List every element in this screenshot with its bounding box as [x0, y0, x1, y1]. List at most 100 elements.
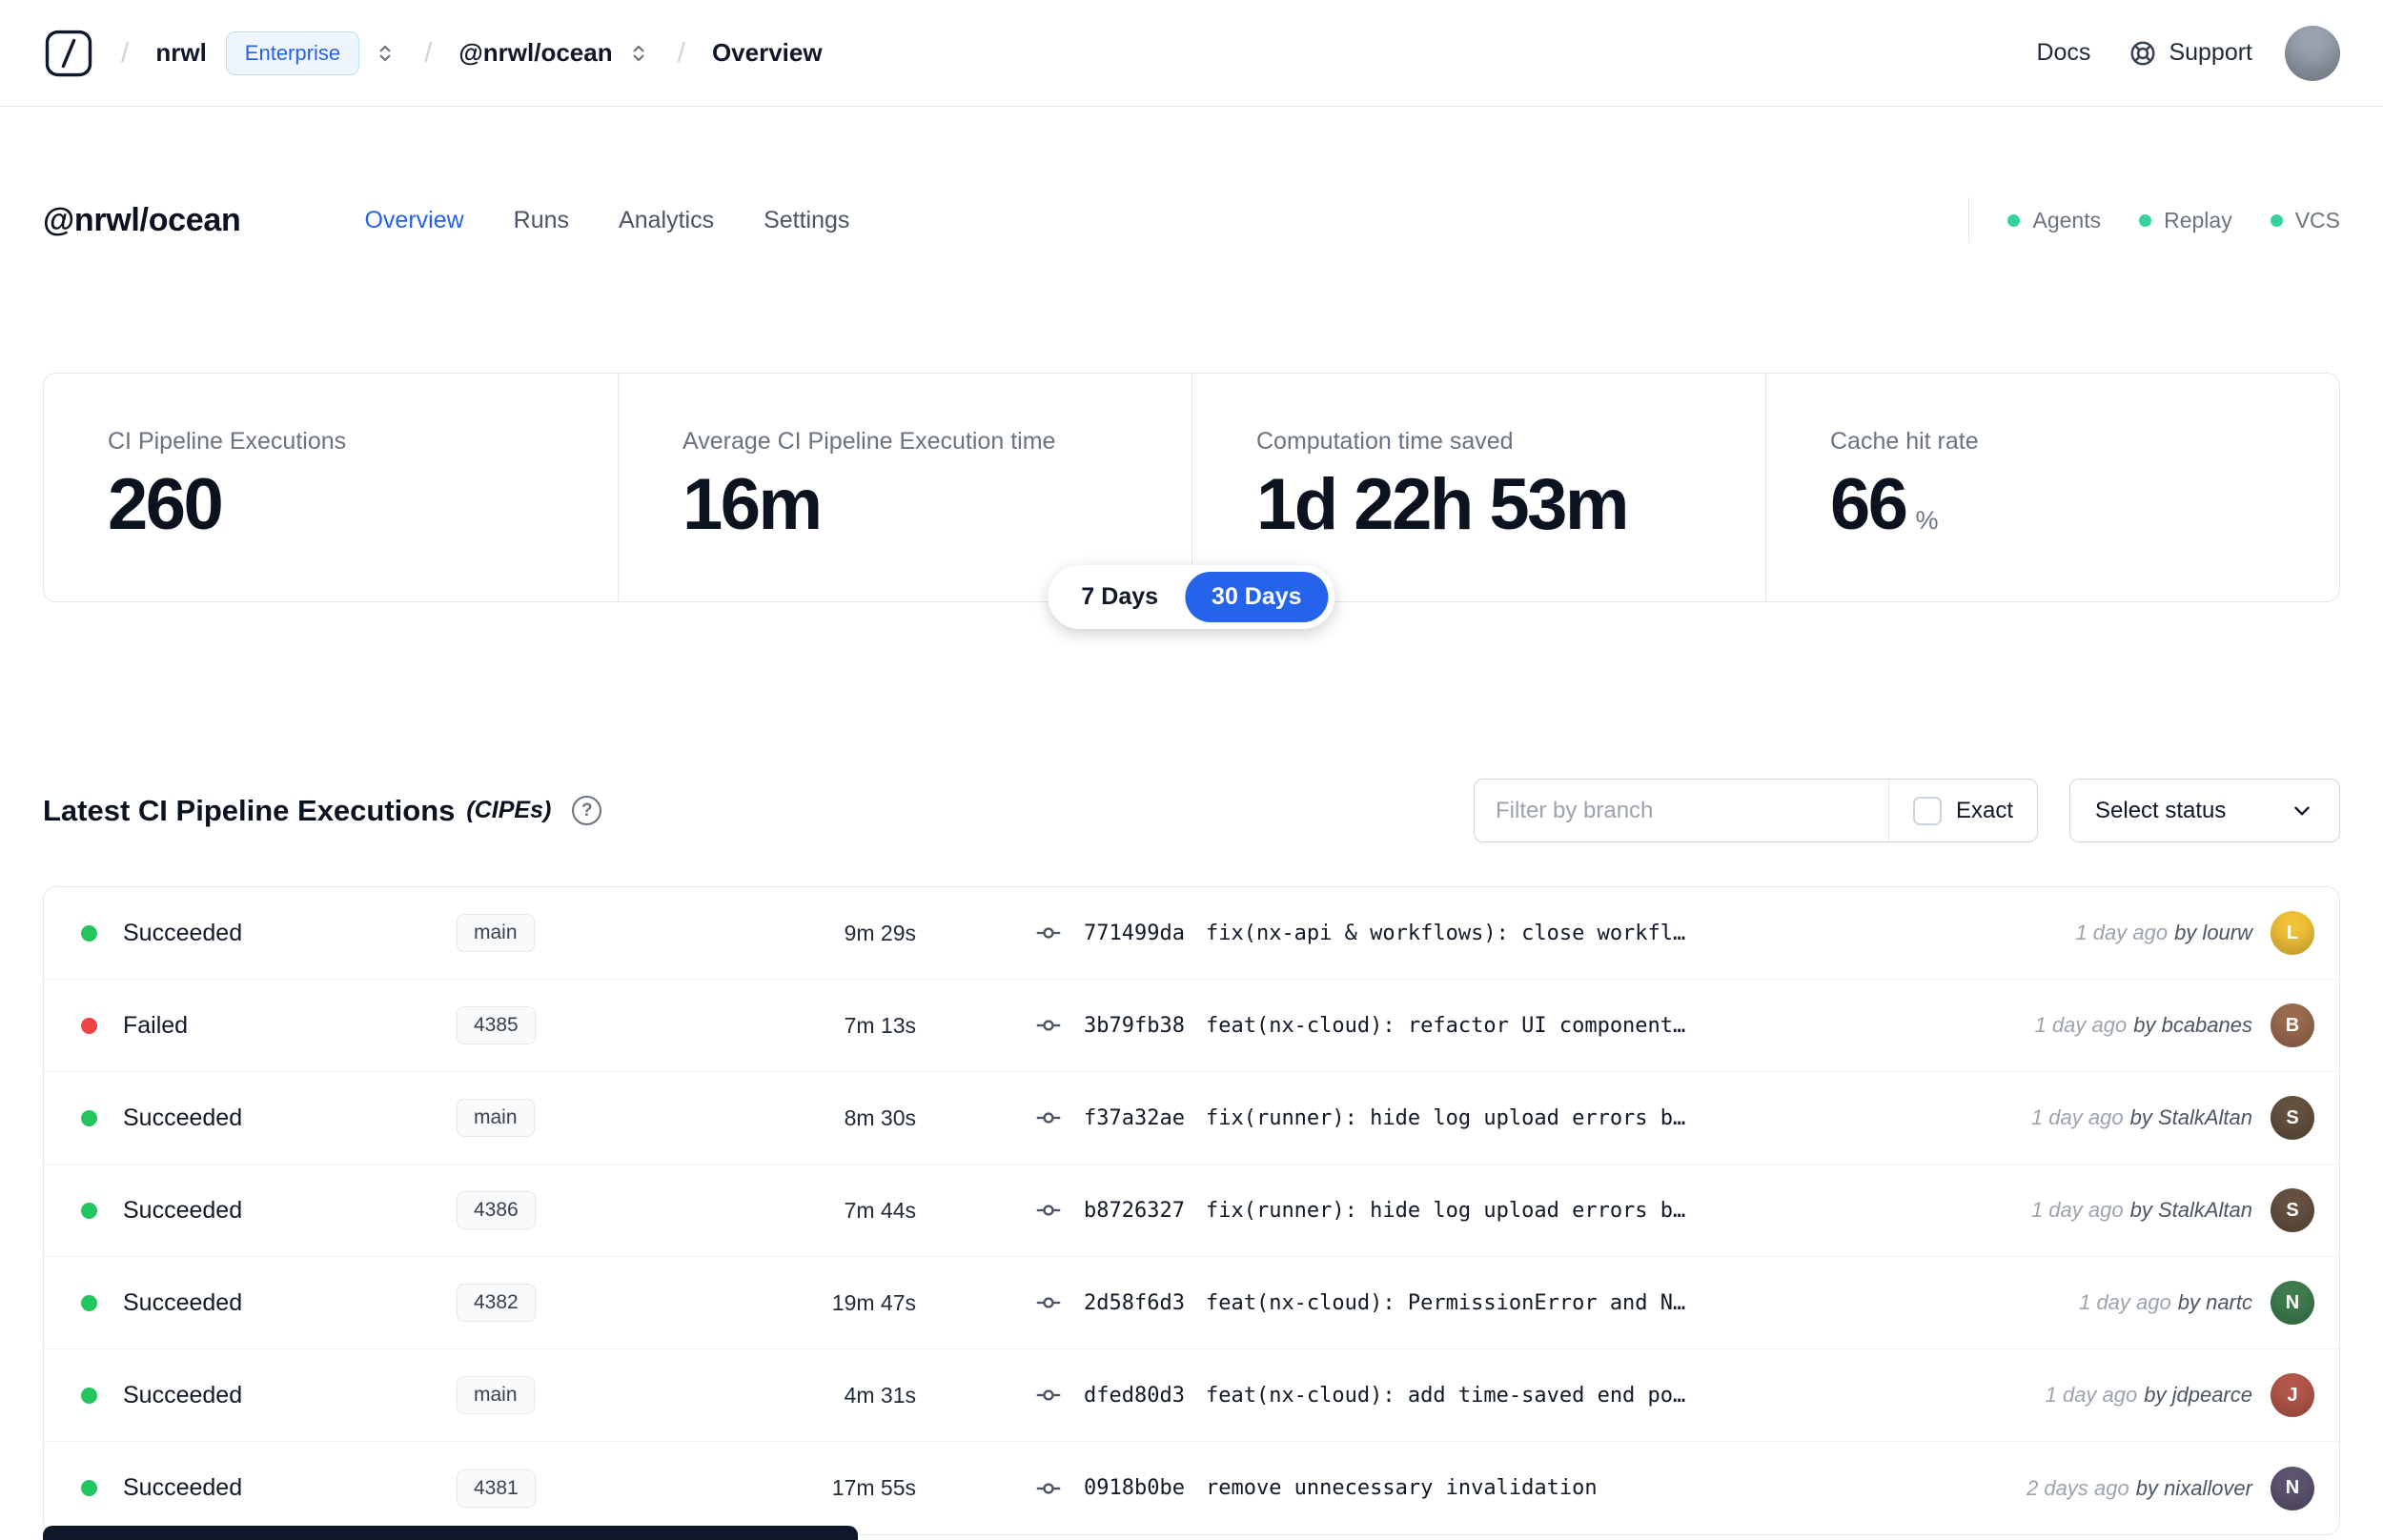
tab-settings[interactable]: Settings: [764, 207, 849, 234]
row-meta: 1 day ago by jdpearce: [2046, 1383, 2252, 1408]
branch-cell: 4385: [457, 1006, 695, 1044]
time-ago: 1 day ago: [2030, 1198, 2124, 1222]
breadcrumb-page: Overview: [711, 38, 823, 67]
author: by jdpearce: [2144, 1383, 2252, 1407]
support-label: Support: [2169, 39, 2252, 66]
indicator-label: VCS: [2294, 207, 2340, 233]
cipe-row[interactable]: Succeeded 4381 17m 55s 0918b0be remove un…: [44, 1442, 2339, 1534]
stat-label: Computation time saved: [1256, 428, 1514, 455]
cipes-subtitle: (CIPEs): [466, 797, 552, 823]
author: by nixallover: [2135, 1475, 2252, 1500]
git-commit-icon: [1030, 1012, 1067, 1039]
date-range-toggle: 7 Days 30 Days: [1048, 565, 1335, 629]
author: by StalkAltan: [2129, 1105, 2252, 1129]
commit-hash: b8726327: [1084, 1198, 1185, 1223]
status-label: Succeeded: [123, 919, 243, 946]
status-dot: [81, 1202, 97, 1219]
docs-link[interactable]: Docs: [2036, 39, 2090, 67]
chevron-up-down-icon: [633, 45, 644, 61]
branch-pill: 4385: [457, 1006, 536, 1044]
row-meta: 2 days ago by nixallover: [2027, 1476, 2252, 1501]
breadcrumb-workspace[interactable]: @nrwl/ocean: [458, 38, 612, 68]
status-dot: [81, 924, 97, 942]
cipes-title: Latest CI Pipeline Executions: [43, 793, 456, 827]
range-option-7-days[interactable]: 7 Days: [1054, 572, 1185, 622]
branch-cell: 4381: [457, 1469, 695, 1508]
author: by bcabanes: [2133, 1013, 2252, 1037]
git-commit-icon: [1030, 1475, 1067, 1502]
branch-cell: main: [457, 1099, 695, 1137]
green-dot-icon: [2007, 213, 2021, 227]
connection-indicators: Agents Replay VCS: [1968, 197, 2340, 243]
indicator-vcs[interactable]: VCS: [2270, 207, 2340, 233]
stat-label: Cache hit rate: [1830, 428, 1979, 455]
workspace-switcher-button[interactable]: [626, 41, 651, 66]
branch-filter-input[interactable]: [1475, 780, 1888, 841]
branch-cell: 4382: [457, 1284, 695, 1322]
stat-value: 66 %: [1830, 464, 1939, 545]
indicator-replay[interactable]: Replay: [2139, 208, 2232, 233]
indicator-agents[interactable]: Agents: [2007, 208, 2101, 233]
commit-message: 2d58f6d3 feat(nx-cloud): PermissionError …: [1084, 1290, 1686, 1315]
exact-checkbox[interactable]: [1912, 796, 1942, 825]
workspace-title: @nrwl/ocean: [43, 201, 241, 238]
duration: 9m 29s: [844, 920, 916, 945]
tab-overview[interactable]: Overview: [364, 207, 463, 234]
author: by nartc: [2177, 1290, 2252, 1314]
time-ago: 1 day ago: [2030, 1105, 2124, 1129]
status-label: Succeeded: [123, 1196, 243, 1224]
branch-cell: 4386: [457, 1191, 695, 1229]
status-select-label: Select status: [2095, 797, 2227, 823]
cipe-row[interactable]: Succeeded 4386 7m 44s b8726327 fix(runner…: [44, 1165, 2339, 1257]
workspace-header: @nrwl/ocean Overview Runs Analytics Sett…: [0, 107, 2383, 243]
chevron-down-icon: [2294, 806, 2310, 815]
status-dot: [81, 1294, 97, 1311]
stats-panel: CI Pipeline Executions 260 Average CI Pi…: [43, 373, 2340, 629]
cipe-row[interactable]: Failed 4385 7m 13s 3b79fb38 feat(nx-cloud…: [44, 980, 2339, 1072]
status-select-dropdown[interactable]: Select status: [2069, 779, 2340, 842]
range-option-30-days[interactable]: 30 Days: [1185, 572, 1329, 622]
author-avatar: L: [2271, 911, 2314, 955]
tab-analytics[interactable]: Analytics: [619, 207, 714, 234]
git-commit-icon: [1030, 1104, 1067, 1131]
stat-value: 16m: [682, 464, 823, 545]
cipe-table: Succeeded main 9m 29s 771499da fix(nx-api…: [43, 886, 2340, 1535]
branch-pill: main: [457, 914, 535, 952]
user-avatar[interactable]: [2285, 25, 2340, 81]
stat-ci-pipeline-executions: CI Pipeline Executions 260: [44, 374, 618, 601]
enterprise-badge[interactable]: Enterprise: [225, 30, 360, 75]
duration: 19m 47s: [831, 1289, 916, 1315]
row-meta: 1 day ago by StalkAltan: [2031, 1105, 2252, 1130]
green-dot-icon: [2270, 213, 2283, 227]
cipe-row[interactable]: Succeeded main 8m 30s f37a32ae fix(runner…: [44, 1072, 2339, 1165]
breadcrumb-separator: /: [424, 36, 433, 69]
status-label: Succeeded: [123, 1288, 243, 1316]
breadcrumb-separator: /: [121, 36, 130, 69]
status-label: Succeeded: [123, 1381, 243, 1408]
help-circle-icon[interactable]: ?: [572, 796, 602, 825]
status-label: Failed: [123, 1011, 189, 1039]
commit-hash: 3b79fb38: [1084, 1013, 1185, 1038]
cipes-section-header: Latest CI Pipeline Executions (CIPEs) ? …: [43, 779, 2340, 842]
git-commit-icon: [1030, 920, 1067, 946]
status-dot: [81, 1017, 97, 1034]
cipe-row[interactable]: Succeeded 4382 19m 47s 2d58f6d3 feat(nx-c…: [44, 1257, 2339, 1349]
cipe-row[interactable]: Succeeded main 4m 31s dfed80d3 feat(nx-cl…: [44, 1349, 2339, 1442]
breadcrumb-org[interactable]: nrwl: [155, 38, 206, 68]
duration: 8m 30s: [844, 1104, 916, 1130]
tab-runs[interactable]: Runs: [514, 207, 569, 234]
support-link[interactable]: Support: [2128, 39, 2252, 68]
commit-hash: 771499da: [1084, 921, 1185, 945]
commit-hash: f37a32ae: [1084, 1105, 1185, 1130]
status-dot: [81, 1387, 97, 1404]
author: by StalkAltan: [2129, 1198, 2252, 1222]
workspace-tabs: Overview Runs Analytics Settings: [364, 207, 849, 234]
time-ago: 2 days ago: [2027, 1475, 2129, 1500]
author-avatar: N: [2271, 1281, 2314, 1325]
green-dot-icon: [2139, 213, 2152, 227]
indicator-label: Replay: [2164, 207, 2232, 233]
org-switcher-button[interactable]: [373, 41, 397, 66]
nx-cloud-logo-icon[interactable]: [43, 28, 94, 79]
cipe-row[interactable]: Succeeded main 9m 29s 771499da fix(nx-api…: [44, 887, 2339, 980]
commit-message: f37a32ae fix(runner): hide log upload err…: [1084, 1105, 1686, 1130]
